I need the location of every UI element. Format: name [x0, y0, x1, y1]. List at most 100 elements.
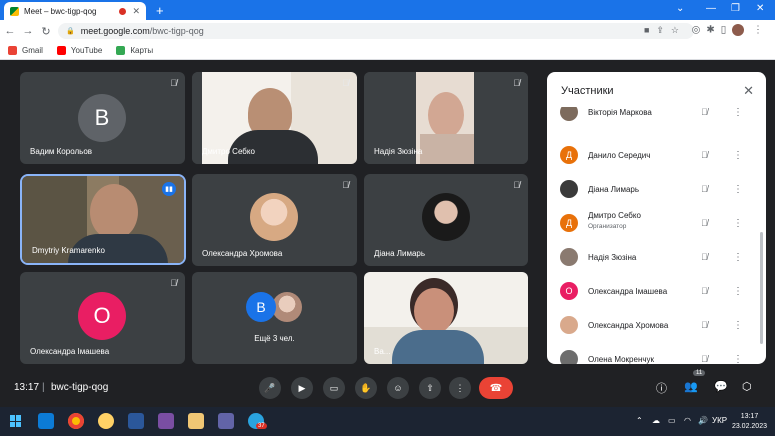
participant-name: Олександра Хромова — [588, 320, 669, 330]
volume-icon[interactable]: 🔊 — [698, 416, 708, 425]
mic-off-icon: 🎙̸ — [701, 252, 708, 262]
camera-toggle-button[interactable]: ▶ — [291, 377, 313, 399]
more-participants-label: Ещё 3 чел. — [254, 334, 295, 343]
participant-tile[interactable]: B 🎙̸ Вадим Корольов — [20, 72, 185, 164]
phone-hangup-icon: ☎ — [489, 382, 503, 394]
people-icon[interactable]: 👥 — [684, 380, 698, 393]
sidepanel-icon[interactable]: ▯ — [721, 25, 733, 36]
participant-tile[interactable]: 🎙̸ Олександра Хромова — [192, 174, 357, 266]
yandex-browser-icon[interactable] — [98, 413, 114, 429]
bookmark-maps[interactable]: Карты — [116, 46, 153, 55]
more-options-icon[interactable]: ⋮ — [733, 184, 743, 195]
cloud-icon[interactable]: ☁ — [652, 416, 660, 425]
extension-icon[interactable]: ◎ — [692, 25, 707, 36]
window-dropdown-icon[interactable]: ⌄ — [676, 3, 684, 14]
close-window-icon[interactable]: ✕ — [756, 3, 764, 14]
more-options-icon[interactable]: ⋮ — [733, 252, 743, 263]
close-tab-icon[interactable]: ✕ — [132, 6, 140, 17]
participant-name: Олександра Імашева — [588, 286, 668, 296]
mic-toggle-button[interactable]: 🎤 — [259, 377, 281, 399]
more-options-icon[interactable]: ⋮ — [733, 286, 743, 297]
more-options-icon[interactable]: ⋮ — [733, 320, 743, 331]
more-options-button[interactable]: ⋮ — [449, 377, 471, 399]
profile-avatar[interactable] — [732, 24, 745, 36]
chat-icon[interactable]: 💬 — [714, 380, 728, 393]
participant-avatar — [560, 107, 578, 121]
raise-hand-button[interactable]: ✋ — [355, 377, 377, 399]
tab-meet[interactable]: Meet – bwc-tigp-qog ✕ — [4, 2, 146, 20]
leave-call-button[interactable]: ☎ — [479, 377, 513, 399]
participant-tile[interactable]: 🎙̸ Надія Зюзіна — [364, 72, 528, 164]
participant-tile[interactable]: ▮▮ Dmytriy Kramarenko — [20, 174, 186, 265]
close-panel-icon[interactable]: ✕ — [743, 83, 754, 99]
puzzle-icon[interactable]: ✱ — [706, 25, 720, 36]
language-indicator[interactable]: УКР — [712, 416, 727, 425]
participant-tile[interactable]: 🎙̸ Діана Лимарь — [364, 174, 528, 266]
avatar — [422, 193, 470, 241]
lock-icon[interactable]: 🔒 — [66, 27, 75, 35]
camera-icon[interactable]: ■ — [644, 25, 656, 35]
participants-count-badge: 11 — [693, 370, 706, 376]
windows-start-icon[interactable] — [10, 415, 22, 427]
new-tab-button[interactable]: + — [156, 3, 164, 18]
telegram-unread-badge: 37 — [256, 423, 267, 429]
meet-control-bar: 13:17 | bwc-tigp-qog 🎤 ▶ ▭ ✋ ☺ ⇧ ⋮ ☎ ⓘ 👥… — [0, 365, 775, 405]
chrome-icon[interactable] — [68, 413, 84, 429]
word-icon[interactable] — [128, 413, 144, 429]
list-item[interactable]: Д Данило Середич 🎙̸ ⋮ — [547, 138, 758, 172]
wifi-icon[interactable]: ◠ — [684, 416, 691, 425]
battery-icon[interactable]: ▭ — [668, 416, 676, 425]
minimize-icon[interactable]: — — [706, 3, 716, 14]
tray-expand-icon[interactable]: ⌃ — [636, 416, 643, 425]
omnibox-actions: ■⇪☆ — [644, 25, 686, 36]
camera-icon: ▶ — [298, 382, 306, 393]
mic-off-icon: 🎙̸ — [701, 286, 708, 296]
participant-name: Олександра Хромова — [202, 249, 283, 258]
participant-name: Вікторія Маркова — [588, 107, 652, 117]
more-options-icon[interactable]: ⋮ — [733, 150, 743, 161]
share-icon[interactable]: ⇪ — [656, 25, 671, 35]
viber-icon[interactable] — [218, 413, 234, 429]
menu-kebab-icon[interactable]: ⋮ — [753, 25, 769, 36]
forward-icon[interactable]: → — [20, 25, 36, 37]
bookmark-youtube[interactable]: YouTube — [56, 46, 102, 55]
edge-icon[interactable] — [38, 413, 54, 429]
participant-tile[interactable]: Ва... — [364, 272, 528, 364]
more-participants-tile[interactable]: B Ещё 3 чел. — [192, 272, 357, 364]
restore-icon[interactable]: ❐ — [731, 3, 740, 14]
list-item[interactable]: Олена Мокренчук 🎙̸ ⋮ — [547, 342, 758, 364]
list-item[interactable]: Діана Лимарь 🎙̸ ⋮ — [547, 172, 758, 206]
reload-icon[interactable]: ↻ — [38, 25, 54, 38]
list-item[interactable]: Вікторія Маркова 🎙̸ ⋮ — [547, 107, 758, 129]
more-options-icon[interactable]: ⋮ — [733, 218, 743, 229]
back-icon[interactable]: ← — [2, 25, 18, 37]
address-bar[interactable]: 🔒 meet.google.com /bwc-tigp-qog ■⇪☆ — [58, 23, 694, 39]
list-item[interactable]: Олександра Хромова 🎙̸ ⋮ — [547, 308, 758, 342]
star-icon[interactable]: ☆ — [671, 25, 686, 35]
participant-avatar — [560, 248, 578, 266]
list-item[interactable]: Д Дмитро Себко Организатор 🎙̸ ⋮ — [547, 206, 758, 240]
participant-tile[interactable]: O 🎙̸ Олександра Імашева — [20, 272, 185, 364]
participant-name: Дмитро Себко — [202, 147, 255, 156]
more-options-icon[interactable]: ⋮ — [733, 107, 743, 118]
present-button[interactable]: ⇧ — [419, 377, 441, 399]
participant-tile[interactable]: 🎙̸ Дмитро Себко — [192, 72, 357, 164]
taskbar: 37 ⌃ ☁ ▭ ◠ 🔊 УКР 13:17 23.02.2023 — [0, 407, 775, 436]
captions-button[interactable]: ▭ — [323, 377, 345, 399]
mic-off-icon: 🎙̸ — [513, 180, 520, 190]
mic-off-icon: 🎙̸ — [701, 218, 708, 228]
file-explorer-icon[interactable] — [188, 413, 204, 429]
more-options-icon[interactable]: ⋮ — [733, 354, 743, 365]
panel-scrollbar[interactable] — [760, 232, 763, 344]
taskbar-clock[interactable]: 13:17 23.02.2023 — [732, 412, 767, 432]
save-app-icon[interactable] — [158, 413, 174, 429]
list-item[interactable]: Надія Зюзіна 🎙̸ ⋮ — [547, 240, 758, 274]
info-icon[interactable]: ⓘ — [656, 380, 667, 396]
recording-dot-icon — [119, 7, 127, 15]
bookmark-label: Gmail — [22, 46, 43, 55]
reactions-button[interactable]: ☺ — [387, 377, 409, 399]
bookmark-gmail[interactable]: Gmail — [8, 46, 43, 55]
activities-icon[interactable]: ⬡ — [742, 380, 752, 393]
panel-title: Участники — [561, 85, 614, 97]
list-item[interactable]: O Олександра Імашева 🎙̸ ⋮ — [547, 274, 758, 308]
